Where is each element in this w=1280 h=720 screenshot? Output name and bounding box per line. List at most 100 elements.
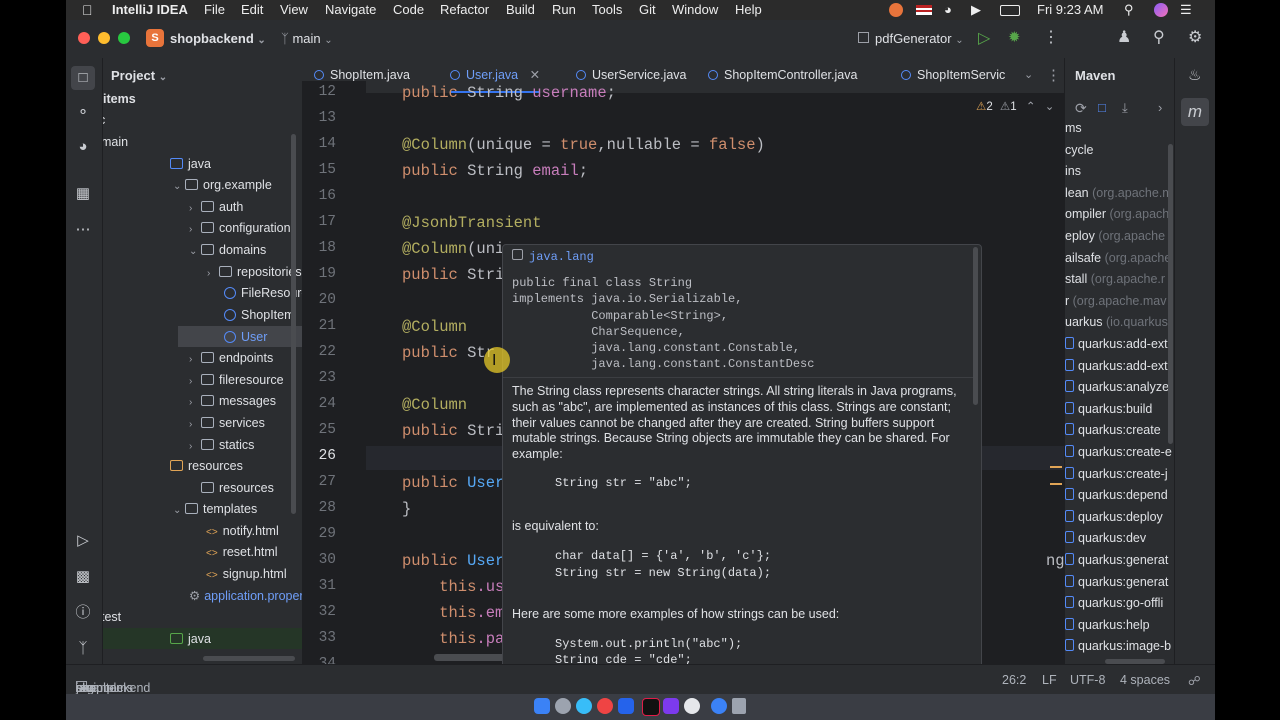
maven-tree-item[interactable]: ailsafe (org.apache <box>1065 248 1171 269</box>
apple-icon[interactable]:  <box>82 2 93 18</box>
spotlight-search-icon[interactable]: ⚲ <box>1124 2 1134 18</box>
maven-tree-item[interactable]: quarkus:create-j <box>1065 464 1168 485</box>
maven-tree-item[interactable]: quarkus:create <box>1065 420 1161 441</box>
tree-node[interactable]: items <box>103 89 136 109</box>
siri-icon[interactable] <box>1154 3 1168 17</box>
readonly-lock-icon[interactable]: ☍ <box>1188 673 1201 688</box>
reload-icon[interactable]: ⟳ <box>1075 100 1087 117</box>
battery-icon[interactable] <box>1000 5 1020 16</box>
debug-icon[interactable]: ✹ <box>1008 28 1021 46</box>
tree-node-fileresource[interactable]: › fileresource <box>189 370 284 390</box>
maven-tree-item[interactable]: quarkus:generat <box>1065 550 1168 571</box>
error-stripe-mark[interactable] <box>1050 466 1062 468</box>
download-icon[interactable]: ⤓ <box>1122 100 1128 116</box>
close-tab-icon[interactable]: ✕ <box>530 68 540 82</box>
code-line[interactable]: @JsonbTransient <box>402 214 542 232</box>
more-tools-icon[interactable]: ⋯ <box>74 221 92 239</box>
app-store-icon[interactable] <box>711 698 727 714</box>
menu-navigate[interactable]: Navigate <box>325 2 376 17</box>
maven-tree-item[interactable]: lean (org.apache.m <box>1065 183 1173 204</box>
tree-node-resources[interactable]: resources <box>189 478 274 498</box>
maven-tree-item[interactable]: quarkus:create-e <box>1065 442 1172 463</box>
tree-node-notify-html[interactable]: <> notify.html <box>206 521 279 541</box>
pull-requests-icon[interactable]: ◕ <box>74 138 92 156</box>
code-line[interactable]: this.em <box>402 604 504 622</box>
tree-node-configuration[interactable]: › configuration <box>189 218 291 238</box>
record-icon[interactable] <box>889 3 903 17</box>
project-switcher[interactable]: shopbackend ⌄ <box>170 31 266 46</box>
doc-scrollbar[interactable] <box>973 247 978 405</box>
code-line[interactable]: @Column(unique = true,nullable = false) <box>402 136 765 154</box>
app-menu[interactable]: IntelliJ IDEA <box>112 2 188 17</box>
code-line[interactable]: public String username; <box>402 84 616 102</box>
maven-tree-item[interactable]: ompiler (org.apach <box>1065 204 1169 225</box>
flag-icon[interactable] <box>916 5 932 15</box>
tree-node-resources-root[interactable]: resources <box>170 456 243 476</box>
indent-setting[interactable]: 4 spaces <box>1120 673 1170 687</box>
problems-icon[interactable]: ⓘ <box>74 604 92 622</box>
maven-tree-item[interactable]: quarkus:image-b <box>1065 636 1171 657</box>
menu-refactor[interactable]: Refactor <box>440 2 489 17</box>
tree-node-services[interactable]: › services <box>189 413 265 433</box>
more-actions-icon[interactable]: ⋮ <box>1043 27 1059 47</box>
git-icon[interactable]: ᛉ <box>74 640 92 658</box>
inspection-widget[interactable]: ⚠2 ⚠1 ⌃ ⌄ <box>976 99 1054 113</box>
menu-code[interactable]: Code <box>393 2 424 17</box>
close-window-button[interactable] <box>78 32 90 44</box>
menu-window[interactable]: Window <box>672 2 718 17</box>
maven-tree-item[interactable]: cycle <box>1065 140 1093 161</box>
run-icon[interactable]: ▷ <box>978 28 990 48</box>
tree-node-repositories[interactable]: › repositories <box>207 262 302 282</box>
code-line[interactable]: public Stri <box>402 266 504 284</box>
maven-tree-item[interactable]: r (org.apache.mav <box>1065 291 1166 312</box>
code-line[interactable]: @Column <box>402 396 467 414</box>
open-folder-icon[interactable]: □ <box>1098 100 1106 115</box>
commit-icon[interactable]: ⚬ <box>74 104 92 122</box>
tree-node-shopitem-class[interactable]: ShopItem <box>224 305 295 325</box>
maven-tool-icon[interactable]: m <box>1181 98 1209 126</box>
chevron-up-icon[interactable]: ⌃ <box>1026 101 1036 113</box>
maven-tree-item[interactable]: quarkus:add-ext <box>1065 334 1168 355</box>
maven-tree-item[interactable]: quarkus:dev <box>1065 528 1146 549</box>
tree-node-org-example[interactable]: ⌄ org.example <box>173 175 272 195</box>
run-config-selector[interactable]: pdfGenerator ⌄ <box>858 31 964 46</box>
tree-node-signup-html[interactable]: <> signup.html <box>206 564 287 584</box>
volume-icon[interactable]: ▶ <box>971 2 981 18</box>
chevron-right-icon[interactable]: › <box>1158 100 1162 115</box>
finder-icon[interactable] <box>534 698 550 714</box>
maven-scrollbar[interactable] <box>1168 144 1173 444</box>
error-stripe-mark[interactable] <box>1050 483 1062 485</box>
code-line[interactable]: public String email; <box>402 162 588 180</box>
code-line[interactable]: this.us <box>402 578 504 596</box>
line-separator[interactable]: LF <box>1042 673 1057 687</box>
maven-tree-item[interactable]: quarkus:build <box>1065 399 1152 420</box>
zoom-window-button[interactable] <box>118 32 130 44</box>
branch-switcher[interactable]: ᛉ main ⌄ <box>281 31 333 46</box>
tree-node-messages[interactable]: › messages <box>189 391 276 411</box>
breadcrumb-item[interactable]: example <box>76 681 123 695</box>
tree-node[interactable]: c <box>103 110 105 130</box>
menu-edit[interactable]: Edit <box>241 2 263 17</box>
tree-node-user-class[interactable]: User <box>224 327 267 347</box>
maven-tree-item[interactable]: ms <box>1065 118 1082 139</box>
maven-tree-item[interactable]: quarkus:go-offli <box>1065 593 1163 614</box>
minimize-window-button[interactable] <box>98 32 110 44</box>
maven-tree-item[interactable]: stall (org.apache.r <box>1065 269 1165 290</box>
control-center-icon[interactable]: ☰ <box>1180 2 1192 18</box>
tree-node-reset-html[interactable]: <> reset.html <box>206 542 278 562</box>
code-line[interactable]: this.pa <box>402 630 504 648</box>
doc-package[interactable]: java.lang <box>512 249 594 264</box>
tree-node-auth[interactable]: › auth <box>189 197 243 217</box>
tabs-overflow-chevron-icon[interactable]: ⌄ <box>1024 68 1033 81</box>
code-line[interactable]: public User <box>402 474 504 492</box>
maven-tree-item[interactable]: eploy (org.apache <box>1065 226 1165 247</box>
code-line[interactable]: public User <box>402 552 504 570</box>
menu-file[interactable]: File <box>204 2 225 17</box>
code-line[interactable]: @Column(uni <box>402 240 504 258</box>
maven-tree-item[interactable]: quarkus:generat <box>1065 572 1168 593</box>
chrome-icon[interactable] <box>597 698 613 714</box>
tree-node-java[interactable]: java <box>170 154 211 174</box>
tree-node[interactable]: main <box>103 132 128 152</box>
project-tool-icon[interactable]: □ <box>71 66 95 90</box>
menu-tools[interactable]: Tools <box>592 2 622 17</box>
